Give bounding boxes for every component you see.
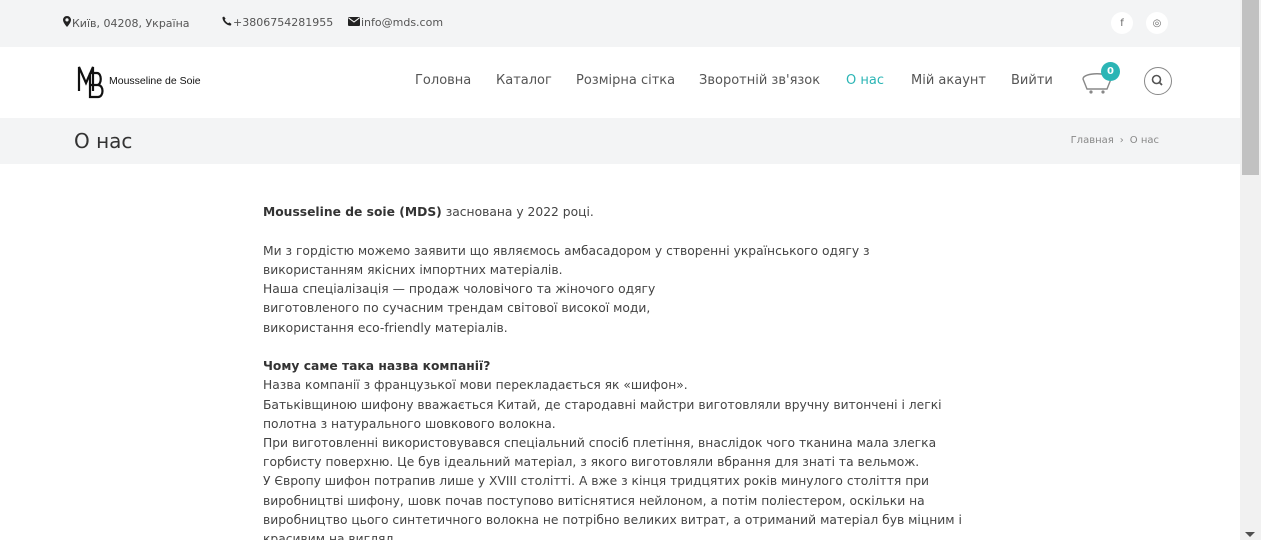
text-line: виробництво цього синтетичного волокна н…	[263, 512, 962, 527]
search-icon	[1151, 74, 1163, 86]
envelope-icon	[348, 16, 360, 29]
scroll-down-arrow-icon[interactable]	[1245, 532, 1255, 537]
nav-feedback[interactable]: Зворотній зв'язок	[699, 73, 820, 88]
address-text: Київ, 04208, Україна	[72, 16, 190, 30]
text-line: виготовленого по сучасним трендам світов…	[263, 301, 651, 316]
page-scrollbar[interactable]	[1240, 0, 1261, 540]
site-logo[interactable]: Mousseline de Soie	[77, 63, 201, 99]
email-item[interactable]: info@mds.com	[348, 16, 443, 29]
address-item: Київ, 04208, Україна	[63, 16, 190, 30]
intro-rest: заснована у 2022 році.	[441, 205, 594, 219]
text-line: горбисту поверхню. Це був ідеальний мате…	[263, 455, 920, 470]
cart-count-badge[interactable]: 0	[1101, 62, 1120, 81]
breadcrumb-current: О нас	[1129, 135, 1159, 146]
scrollbar-thumb[interactable]	[1242, 0, 1259, 175]
text-line: Назва компанії з французької мови перекл…	[263, 378, 688, 393]
text-line: красивим на вигляд.	[263, 532, 398, 540]
text-line: Ми з гордістю можемо заявити що являємос…	[263, 243, 870, 258]
text-line: полотна з натурального шовкового волокна…	[263, 416, 556, 431]
phone-text[interactable]: +3806754281955	[233, 16, 333, 29]
page-title: О нас	[74, 129, 133, 153]
breadcrumb-home[interactable]: Главная	[1071, 135, 1114, 146]
email-text[interactable]: info@mds.com	[361, 16, 443, 29]
company-name: Mousseline de soie (MDS)	[263, 205, 442, 219]
nav-home[interactable]: Головна	[415, 73, 471, 88]
nav-logout[interactable]: Вийти	[1011, 73, 1053, 88]
logo-mark-icon	[77, 63, 107, 99]
phone-item[interactable]: +3806754281955	[222, 16, 333, 29]
text-line: У Європу шифон потрапив лише у XVIII сто…	[263, 474, 930, 489]
text-line: виробництві шифону, шовк почав поступово…	[263, 493, 925, 508]
nav-my-account[interactable]: Мій акаунт	[911, 73, 986, 88]
breadcrumb: Главная › О нас	[1071, 135, 1159, 146]
page-title-bar: О нас Главная › О нас	[0, 118, 1240, 164]
instagram-icon[interactable]: ◎	[1146, 12, 1168, 34]
site-header: Mousseline de Soie Головна Каталог Розмі…	[0, 47, 1240, 118]
question-heading: Чому саме така назва компанії?	[263, 359, 491, 374]
nav-catalog[interactable]: Каталог	[496, 73, 552, 88]
facebook-icon[interactable]: f	[1111, 12, 1133, 34]
text-line: Батьківщиною шифону вважається Китай, де…	[263, 397, 942, 412]
breadcrumb-separator: ›	[1119, 135, 1124, 146]
section-question: Чому саме така назва компанії?	[263, 357, 1003, 376]
about-content: Mousseline de soie (MDS) заснована у 202…	[263, 203, 1003, 540]
text-line: Наша спеціалізація — продаж чоловічого т…	[263, 282, 656, 297]
text-line: використання eco-friendly матеріалів.	[263, 320, 508, 335]
text-line: При виготовленні використовувався спеціа…	[263, 436, 937, 451]
text-line: використанням якісних імпортних матеріал…	[263, 262, 563, 277]
search-button[interactable]	[1144, 67, 1172, 95]
nav-size-chart[interactable]: Розмірна сітка	[576, 73, 675, 88]
logo-text: Mousseline de Soie	[109, 75, 201, 87]
map-marker-icon	[63, 16, 71, 30]
nav-about[interactable]: О нас	[846, 73, 884, 88]
intro-paragraph: Mousseline de soie (MDS) заснована у 202…	[263, 203, 1003, 222]
phone-icon	[222, 16, 232, 29]
top-info-bar: Київ, 04208, Україна +3806754281955 info…	[0, 0, 1240, 47]
